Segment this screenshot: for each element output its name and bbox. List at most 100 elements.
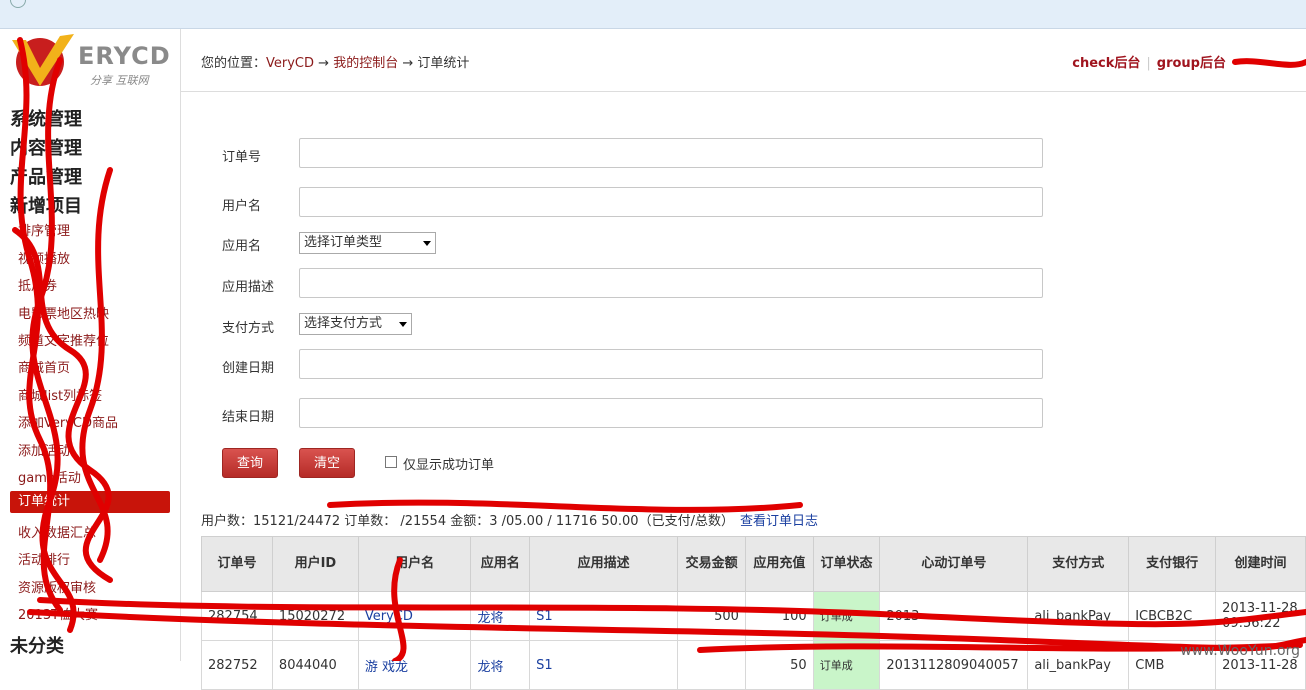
- pay-method-label: 支付方式: [222, 321, 275, 336]
- cell-created: 2013-11-28 09:56:22: [1215, 591, 1306, 641]
- sidebar-section-content[interactable]: 内容管理: [10, 134, 82, 160]
- cell-status: 订单成: [812, 640, 881, 690]
- breadcrumb: 您的位置：VeryCD → 我的控制台 → 订单统计: [201, 52, 469, 71]
- clear-button[interactable]: 清空: [299, 448, 355, 478]
- check-admin-link[interactable]: check后台: [1072, 56, 1140, 71]
- cell-order-no: 282754: [201, 591, 273, 641]
- col-user-id[interactable]: 用户ID: [271, 536, 359, 592]
- cell-app-desc[interactable]: S1: [529, 591, 679, 641]
- col-recharge[interactable]: 应用充值: [744, 536, 814, 592]
- table-row[interactable]: 282752 8044040 游 戏龙 龙将 S1 50 订单成 2013112…: [201, 640, 1306, 690]
- logo-brand: ERYCD: [78, 42, 171, 70]
- cell-pay-method: ali_bankPay: [1027, 591, 1130, 641]
- sidebar-item-video[interactable]: 视频播放: [18, 248, 70, 267]
- success-only-label: 仅显示成功订单: [403, 458, 495, 473]
- app-desc-input[interactable]: [299, 268, 1043, 298]
- sidebar-item-channel-text[interactable]: 频道文字推荐位: [18, 330, 109, 349]
- end-date-input[interactable]: [299, 398, 1043, 428]
- success-only-checkbox[interactable]: [385, 456, 397, 468]
- page-header: 您的位置：VeryCD → 我的控制台 → 订单统计 check后台 | group…: [181, 29, 1306, 92]
- sidebar-section-product[interactable]: 产品管理: [10, 163, 82, 189]
- divider: |: [1146, 56, 1151, 71]
- col-xd-order-no[interactable]: 心动订单号: [879, 536, 1029, 592]
- sidebar-item-ranking[interactable]: 活动排行: [18, 549, 70, 568]
- sidebar-item-coupon[interactable]: 抵用券: [18, 275, 57, 294]
- col-username[interactable]: 用户名: [357, 536, 472, 592]
- cell-recharge: 50: [744, 640, 814, 690]
- logo[interactable]: ERYCD 分享 互联网: [10, 32, 175, 92]
- circle-icon: [10, 0, 26, 8]
- created-date-label: 创建日期: [222, 361, 275, 376]
- sidebar-item-copyright[interactable]: 资源版权审核: [18, 577, 96, 596]
- cell-app-desc[interactable]: S1: [529, 640, 679, 690]
- order-no-label: 订单号: [222, 150, 262, 165]
- cell-xd-order-no: 2013112809040057: [879, 640, 1029, 690]
- dropdown-arrow-icon: [399, 322, 407, 327]
- cell-app-name[interactable]: 龙将: [470, 591, 531, 641]
- header-links: check后台 | group后台: [1072, 52, 1226, 71]
- summary-text: 用户数：15121/24472 订单数： /21554 金额：3 /05.00 …: [201, 514, 734, 529]
- breadcrumb-prefix: 您的位置：: [201, 56, 267, 71]
- app-label: 应用名: [222, 239, 262, 254]
- cell-pay-bank: ICBCB2C: [1128, 591, 1217, 641]
- breadcrumb-arrow: →: [314, 56, 334, 71]
- table-row[interactable]: 282754 15020272 VeryCD 龙将 S1 500 100 订单成…: [201, 591, 1306, 641]
- breadcrumb-verycd-link[interactable]: VeryCD: [266, 56, 314, 71]
- watermark: www.WooYun.org: [1180, 643, 1300, 659]
- cell-username[interactable]: 游 戏龙: [357, 640, 472, 690]
- cell-username[interactable]: VeryCD: [357, 591, 472, 641]
- col-created[interactable]: 创建时间: [1215, 536, 1306, 592]
- sidebar-item-mall-home[interactable]: 商城首页: [18, 357, 70, 376]
- sidebar-item-add-goods[interactable]: 添加VeryCD商品: [18, 412, 118, 431]
- cell-recharge: 100: [744, 591, 814, 641]
- table-header-row: 订单号 用户ID 用户名 应用名 应用描述 交易金额 应用充值 订单状态 心动订…: [201, 536, 1306, 592]
- pay-method-value: 选择支付方式: [304, 316, 383, 331]
- sidebar-section-system[interactable]: 系统管理: [10, 105, 82, 131]
- cell-user-id: 15020272: [271, 591, 359, 641]
- cell-status: 订单成: [812, 591, 881, 641]
- sidebar-item-tshirt[interactable]: 2013T恤大赛: [18, 604, 98, 623]
- col-pay-method[interactable]: 支付方式: [1027, 536, 1130, 592]
- breadcrumb-console-link[interactable]: 我的控制台: [333, 56, 398, 71]
- cell-xd-order-no: 2013: [879, 591, 1029, 641]
- username-label: 用户名: [222, 199, 262, 214]
- cell-app-name[interactable]: 龙将: [470, 640, 531, 690]
- sidebar-item-game[interactable]: game活动: [18, 467, 81, 486]
- orders-table: 订单号 用户ID 用户名 应用名 应用描述 交易金额 应用充值 订单状态 心动订…: [201, 536, 1306, 690]
- sidebar-section-uncategorized[interactable]: 未分类: [10, 632, 64, 658]
- logo-v-icon: [12, 34, 74, 86]
- sidebar-item-order-stats[interactable]: 订单统计: [10, 491, 170, 513]
- app-desc-label: 应用描述: [222, 280, 275, 295]
- cell-user-id: 8044040: [271, 640, 359, 690]
- end-date-label: 结束日期: [222, 410, 275, 425]
- cell-amount: 500: [677, 591, 746, 641]
- order-log-link[interactable]: 查看订单日志: [740, 514, 818, 529]
- sidebar-item-sort[interactable]: 排序管理: [18, 220, 70, 239]
- created-date-input[interactable]: [299, 349, 1043, 379]
- col-amount[interactable]: 交易金额: [677, 536, 746, 592]
- logo-tag: 分享 互联网: [90, 74, 149, 87]
- group-admin-link[interactable]: group后台: [1157, 56, 1226, 71]
- sidebar-section-new[interactable]: 新增项目: [10, 192, 82, 218]
- username-input[interactable]: [299, 187, 1043, 217]
- cell-order-no: 282752: [201, 640, 273, 690]
- col-status[interactable]: 订单状态: [812, 536, 881, 592]
- col-app-name[interactable]: 应用名: [470, 536, 531, 592]
- order-type-value: 选择订单类型: [304, 235, 383, 250]
- dropdown-arrow-icon: [423, 241, 431, 246]
- col-order-no[interactable]: 订单号: [201, 536, 273, 592]
- pay-method-select[interactable]: 选择支付方式: [299, 313, 412, 335]
- sidebar-item-mall-list[interactable]: 商城list列标签: [18, 385, 102, 404]
- browser-top-bar: [0, 0, 1306, 29]
- order-no-input[interactable]: [299, 138, 1043, 168]
- sidebar-item-income[interactable]: 收入数据汇总: [18, 522, 96, 541]
- col-pay-bank[interactable]: 支付银行: [1128, 536, 1217, 592]
- col-app-desc[interactable]: 应用描述: [529, 536, 679, 592]
- sidebar-item-movie-ticket[interactable]: 电影票地区热映: [18, 303, 109, 322]
- sidebar-item-add-activity[interactable]: 添加活动: [18, 440, 70, 459]
- breadcrumb-current: 订单统计: [417, 56, 470, 71]
- breadcrumb-arrow: →: [398, 56, 418, 71]
- order-type-select[interactable]: 选择订单类型: [299, 232, 436, 254]
- query-button[interactable]: 查询: [222, 448, 278, 478]
- summary-line: 用户数：15121/24472 订单数： /21554 金额：3 /05.00 …: [201, 510, 818, 529]
